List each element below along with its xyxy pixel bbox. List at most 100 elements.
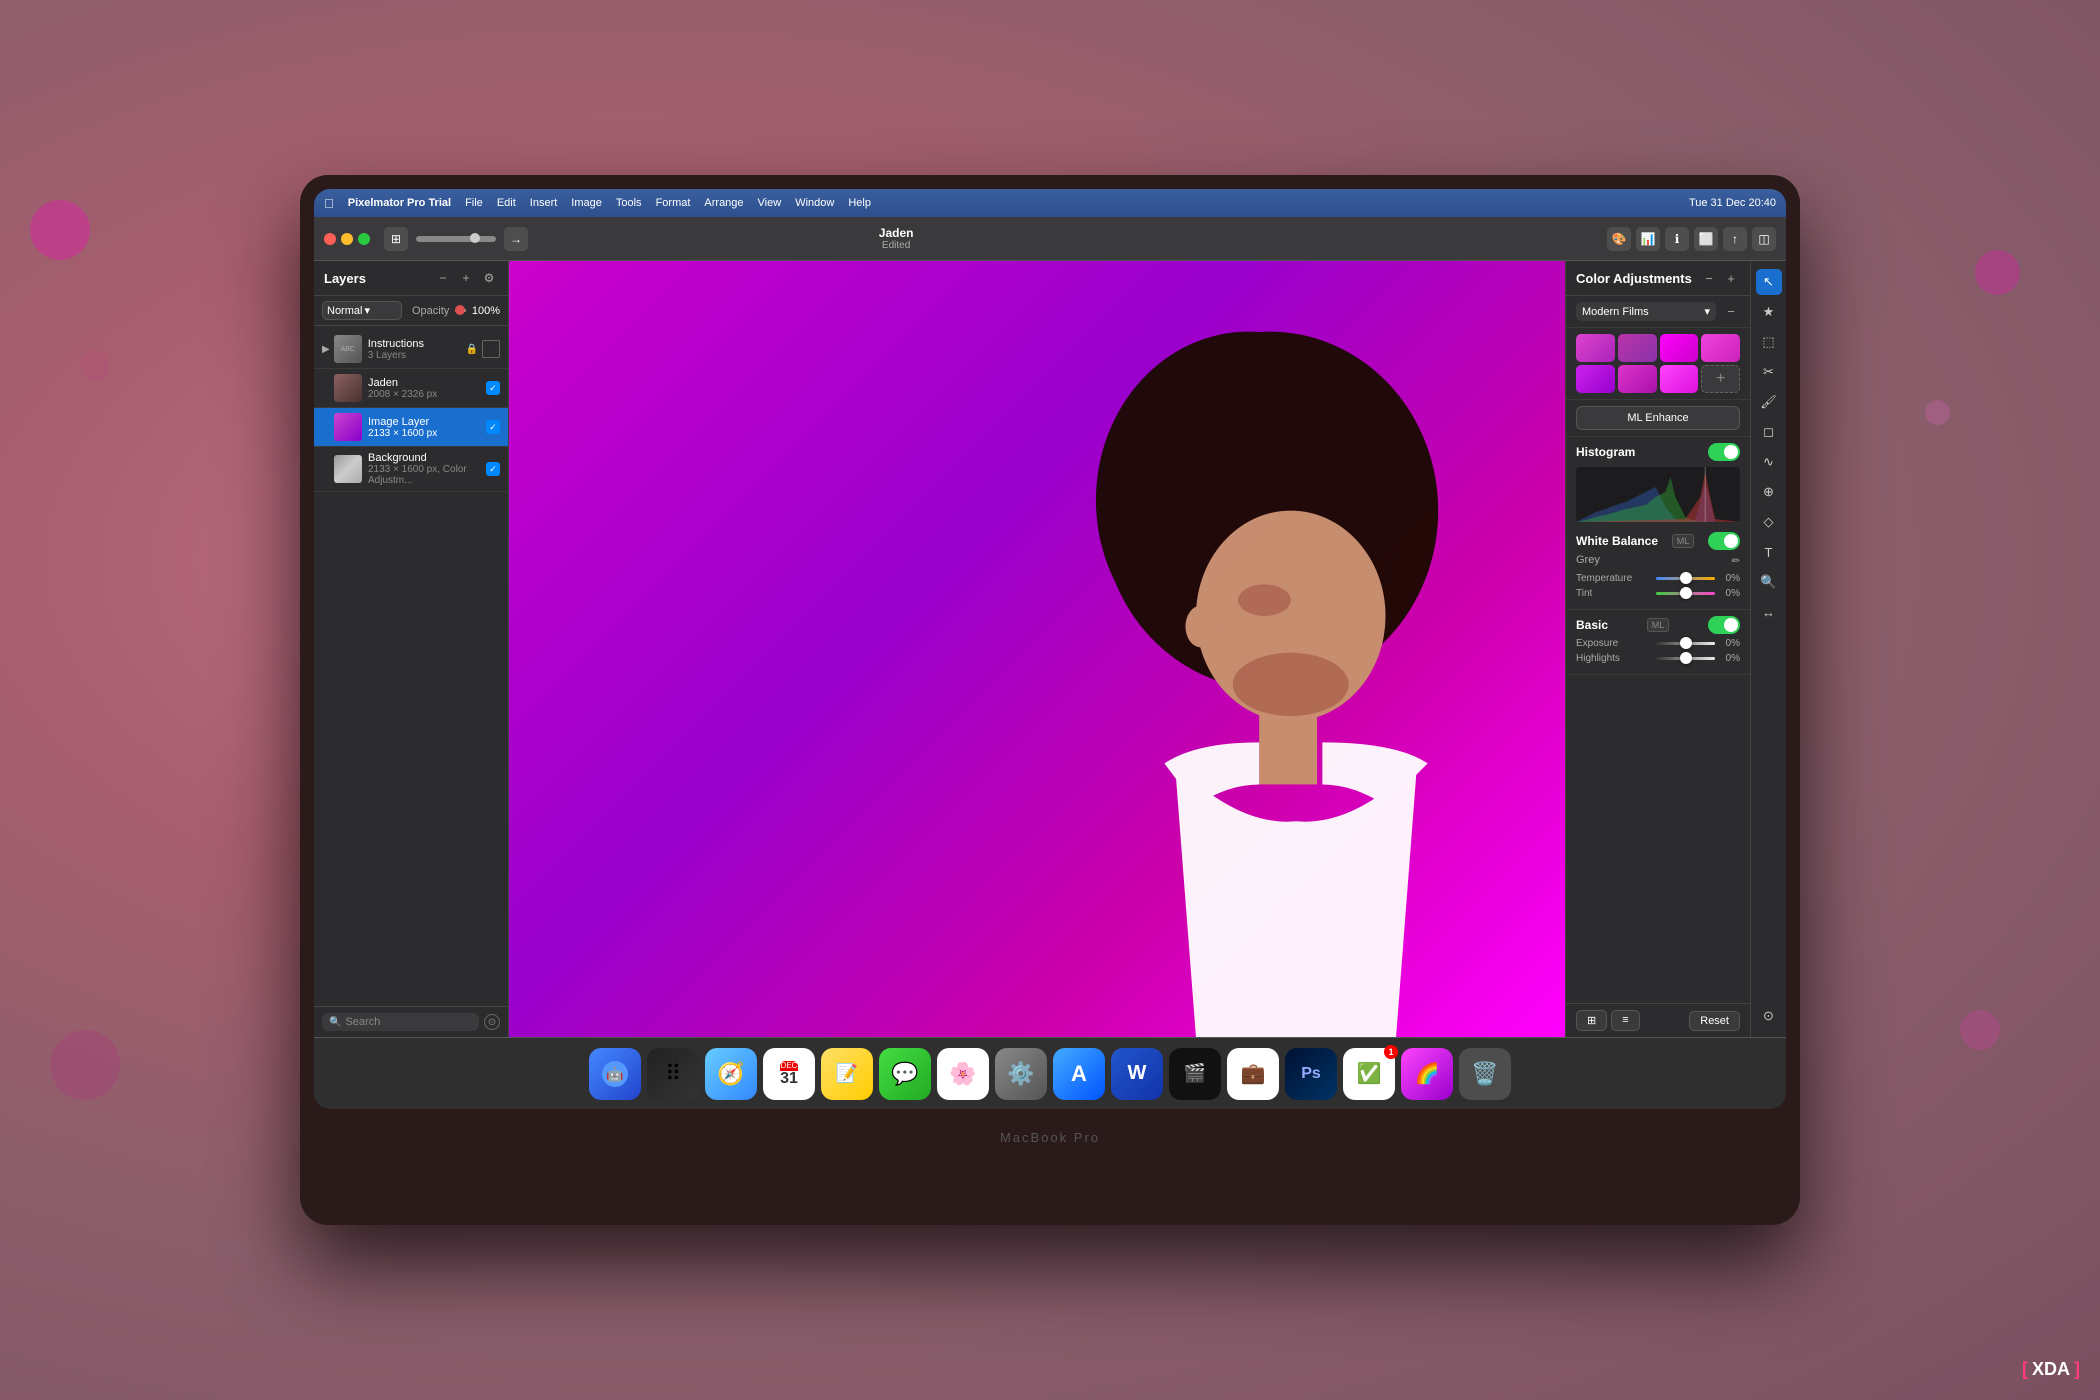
menu-view[interactable]: View <box>758 197 782 209</box>
dock-trash[interactable]: 🗑️ <box>1459 1048 1511 1100</box>
layer-item-background[interactable]: Background 2133 × 1600 px, Color Adjustm… <box>314 447 508 492</box>
layer-item-image[interactable]: Image Layer 2133 × 1600 px ✓ <box>314 408 508 447</box>
rp-expand-icon[interactable]: ⊙ <box>1756 1003 1782 1029</box>
tool-selection[interactable]: ⬚ <box>1756 329 1782 355</box>
swatch-3[interactable] <box>1660 334 1699 362</box>
rp-list-btn[interactable]: ≡ <box>1611 1010 1639 1031</box>
menu-window[interactable]: Window <box>795 197 834 209</box>
tool-brush[interactable]: ∿ <box>1756 449 1782 475</box>
dock-pixelmator[interactable]: 🌈 <box>1401 1048 1453 1100</box>
menu-arrange[interactable]: Arrange <box>704 197 743 209</box>
preset-remove-icon[interactable]: − <box>1722 303 1740 321</box>
swatch-4[interactable] <box>1701 334 1740 362</box>
basic-toggle[interactable] <box>1708 616 1740 634</box>
layers-minus-icon[interactable]: − <box>434 269 452 287</box>
tool-text[interactable]: T <box>1756 539 1782 565</box>
tint-row: Tint 0% <box>1576 588 1740 599</box>
menu-insert[interactable]: Insert <box>530 197 558 209</box>
document-name: Jaden <box>879 226 914 240</box>
document-status: Edited <box>882 240 910 251</box>
layer-item-jaden[interactable]: Jaden 2008 × 2326 px ✓ <box>314 369 508 408</box>
tool-paint[interactable]: 🖌 <box>1756 389 1782 415</box>
preset-select[interactable]: Modern Films ▾ <box>1576 302 1716 321</box>
layers-options-icon[interactable]: ⚙ <box>480 269 498 287</box>
search-bar: 🔍 Search ⊙ <box>314 1006 508 1037</box>
dock-finder[interactable]: 🤖 <box>589 1048 641 1100</box>
close-button[interactable] <box>324 233 336 245</box>
view-toggle-button[interactable]: ⊞ <box>384 227 408 251</box>
rp-bottom-row: ⊞ ≡ Reset <box>1566 1003 1750 1037</box>
dock-calendar[interactable]: DEC 31 <box>763 1048 815 1100</box>
menu-file[interactable]: File <box>465 197 483 209</box>
swatch-add[interactable]: + <box>1701 365 1740 393</box>
color-picker-button[interactable]: 🎨 <box>1607 227 1631 251</box>
tool-shape[interactable]: ◇ <box>1756 509 1782 535</box>
exposure-slider[interactable] <box>1656 642 1715 645</box>
panel-toggle-button[interactable]: ◫ <box>1752 227 1776 251</box>
reset-button[interactable]: Reset <box>1689 1011 1740 1031</box>
tint-slider[interactable] <box>1656 592 1715 595</box>
share-button[interactable]: ↑ <box>1723 227 1747 251</box>
menu-tools[interactable]: Tools <box>616 197 642 209</box>
swatch-5[interactable] <box>1576 365 1615 393</box>
macbook-laptop:  Pixelmator Pro Trial File Edit Insert … <box>300 175 1800 1225</box>
tool-transform[interactable]: ↔ <box>1756 599 1782 625</box>
grey-edit-icon[interactable]: ✏ <box>1732 556 1740 567</box>
swatch-6[interactable] <box>1618 365 1657 393</box>
tool-cursor[interactable]: ↖ <box>1756 269 1782 295</box>
swatch-2[interactable] <box>1618 334 1657 362</box>
swatch-1[interactable] <box>1576 334 1615 362</box>
dock-davinci[interactable]: 🎬 <box>1169 1048 1221 1100</box>
blend-mode-select[interactable]: Normal ▾ <box>322 301 402 320</box>
dock: 🤖 ⠿ 🧭 DEC 31 📝 💬 <box>314 1037 1786 1109</box>
white-balance-toggle[interactable] <box>1708 532 1740 550</box>
canvas-area <box>509 261 1565 1037</box>
minimize-button[interactable] <box>341 233 353 245</box>
menu-image[interactable]: Image <box>571 197 602 209</box>
rp-grid-btn[interactable]: ⊞ <box>1576 1010 1607 1031</box>
tool-star[interactable]: ★ <box>1756 299 1782 325</box>
dock-safari[interactable]: 🧭 <box>705 1048 757 1100</box>
dock-reminders[interactable]: ✅ 1 <box>1343 1048 1395 1100</box>
tool-clone[interactable]: ⊕ <box>1756 479 1782 505</box>
tool-eraser[interactable]: ◻ <box>1756 419 1782 445</box>
search-input-wrap[interactable]: 🔍 Search <box>322 1013 479 1031</box>
temperature-slider[interactable] <box>1656 577 1715 580</box>
dock-messages[interactable]: 💬 <box>879 1048 931 1100</box>
copy-button[interactable]: ⬜ <box>1694 227 1718 251</box>
arrow-button[interactable]: → <box>504 227 528 251</box>
dock-word[interactable]: W <box>1111 1048 1163 1100</box>
menu-edit[interactable]: Edit <box>497 197 516 209</box>
histogram-button[interactable]: 📊 <box>1636 227 1660 251</box>
tool-zoom[interactable]: 🔍 <box>1756 569 1782 595</box>
app-name-menu[interactable]: Pixelmator Pro Trial <box>348 197 451 209</box>
histogram-toggle[interactable] <box>1708 443 1740 461</box>
dock-slack[interactable]: 💼 <box>1227 1048 1279 1100</box>
dock-photos[interactable]: 🌸 <box>937 1048 989 1100</box>
fullscreen-button[interactable] <box>358 233 370 245</box>
tool-sidebar: ↖ ★ ⬚ ✂ 🖌 ◻ ∿ ⊕ ◇ T 🔍 ↔ ⊙ <box>1750 261 1786 1037</box>
dock-notes[interactable]: 📝 <box>821 1048 873 1100</box>
layers-add-icon[interactable]: + <box>457 269 475 287</box>
ml-enhance-button[interactable]: ML Enhance <box>1576 406 1740 430</box>
menu-help[interactable]: Help <box>848 197 871 209</box>
layer-item-instructions[interactable]: ▶ ABC Instructions 3 Layers 🔒 <box>314 330 508 369</box>
dock-photoshop[interactable]: Ps <box>1285 1048 1337 1100</box>
opacity-slider[interactable] <box>455 309 466 312</box>
dock-system-prefs[interactable]: ⚙️ <box>995 1048 1047 1100</box>
highlights-slider[interactable] <box>1656 657 1715 660</box>
dock-app-store[interactable]: A <box>1053 1048 1105 1100</box>
search-options-button[interactable]: ⊙ <box>484 1014 500 1030</box>
reminders-badge: 1 <box>1384 1045 1398 1059</box>
info-button[interactable]: ℹ <box>1665 227 1689 251</box>
dock-launchpad[interactable]: ⠿ <box>647 1048 699 1100</box>
toolbar: ⊞ → Jaden Edited 🎨 📊 ℹ ⬜ ↑ ◫ <box>314 217 1786 261</box>
rp-add-icon[interactable]: + <box>1722 269 1740 287</box>
menu-format[interactable]: Format <box>656 197 691 209</box>
rp-minus-icon[interactable]: − <box>1700 269 1718 287</box>
basic-label: Basic <box>1576 618 1608 632</box>
tool-lasso[interactable]: ✂ <box>1756 359 1782 385</box>
apple-logo:  <box>324 196 334 211</box>
swatch-7[interactable] <box>1660 365 1699 393</box>
layer-thumb-image <box>334 413 362 441</box>
